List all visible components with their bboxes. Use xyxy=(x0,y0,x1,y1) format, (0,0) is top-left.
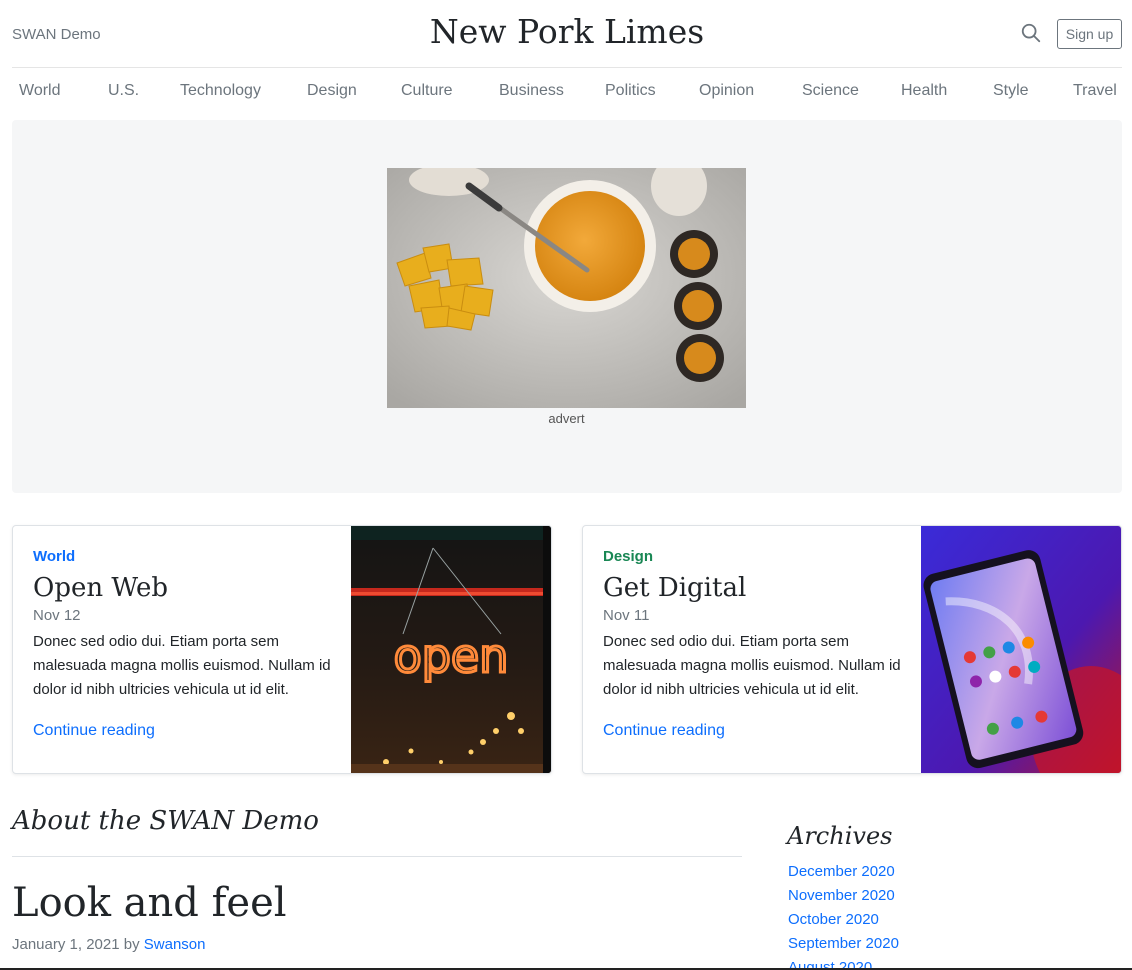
post-date: January 1, 2021 xyxy=(12,936,120,953)
featured-card-world: World Open Web Nov 12 Donec sed odio dui… xyxy=(12,525,552,774)
continue-reading-link[interactable]: Continue reading xyxy=(33,722,343,740)
archives-list: December 2020 November 2020 October 2020… xyxy=(788,860,899,970)
section-title: About the SWAN Demo xyxy=(12,806,319,836)
card-excerpt: Donec sed odio dui. Etiam porta sem male… xyxy=(603,633,901,698)
card-category: Design xyxy=(603,548,654,565)
post-meta: January 1, 2021 by Swanson xyxy=(12,936,205,953)
card-body: World Open Web Nov 12 Donec sed odio dui… xyxy=(33,548,343,740)
archive-link[interactable]: October 2020 xyxy=(788,908,899,932)
featured-card-design: Design Get Digital Nov 11 Donec sed odio… xyxy=(582,525,1122,774)
site-header: SWAN Demo New Pork Limes Sign up xyxy=(12,0,1122,68)
nav-item-us[interactable]: U.S. xyxy=(108,82,139,100)
nav-item-opinion[interactable]: Opinion xyxy=(699,82,754,100)
category-nav: World U.S. Technology Design Culture Bus… xyxy=(12,68,1122,116)
card-thumbnail[interactable]: open xyxy=(351,526,551,773)
signup-button[interactable]: Sign up xyxy=(1057,19,1122,49)
card-thumbnail[interactable] xyxy=(921,526,1121,773)
nav-item-politics[interactable]: Politics xyxy=(605,82,656,100)
card-body: Design Get Digital Nov 11 Donec sed odio… xyxy=(603,548,913,740)
post-title[interactable]: Look and feel xyxy=(12,880,287,926)
nav-item-world[interactable]: World xyxy=(19,82,61,100)
nav-item-design[interactable]: Design xyxy=(307,82,357,100)
section-divider xyxy=(12,856,742,857)
card-date: Nov 12 xyxy=(33,607,81,624)
advert-image[interactable] xyxy=(387,168,746,408)
archive-link[interactable]: September 2020 xyxy=(788,932,899,956)
continue-reading-link[interactable]: Continue reading xyxy=(603,722,913,740)
post-by: by xyxy=(123,936,140,953)
card-date: Nov 11 xyxy=(603,607,650,624)
hero-advert: advert xyxy=(12,120,1122,493)
card-title: Open Web xyxy=(33,573,168,603)
post-author-link[interactable]: Swanson xyxy=(144,936,206,953)
site-title[interactable]: New Pork Limes xyxy=(12,12,1122,51)
nav-item-business[interactable]: Business xyxy=(499,82,564,100)
nav-item-science[interactable]: Science xyxy=(802,82,859,100)
neon-sign-text: open xyxy=(394,629,509,683)
archive-link[interactable]: December 2020 xyxy=(788,860,899,884)
nav-item-culture[interactable]: Culture xyxy=(401,82,453,100)
archives-title: Archives xyxy=(787,822,893,850)
search-icon[interactable] xyxy=(1020,22,1042,44)
card-excerpt: Donec sed odio dui. Etiam porta sem male… xyxy=(33,633,331,698)
card-category: World xyxy=(33,548,76,565)
nav-item-travel[interactable]: Travel xyxy=(1073,82,1117,100)
nav-item-technology[interactable]: Technology xyxy=(180,82,261,100)
archive-link[interactable]: November 2020 xyxy=(788,884,899,908)
advert-caption: advert xyxy=(548,411,585,426)
card-title: Get Digital xyxy=(603,573,747,603)
nav-item-health[interactable]: Health xyxy=(901,82,947,100)
nav-item-style[interactable]: Style xyxy=(993,82,1029,100)
